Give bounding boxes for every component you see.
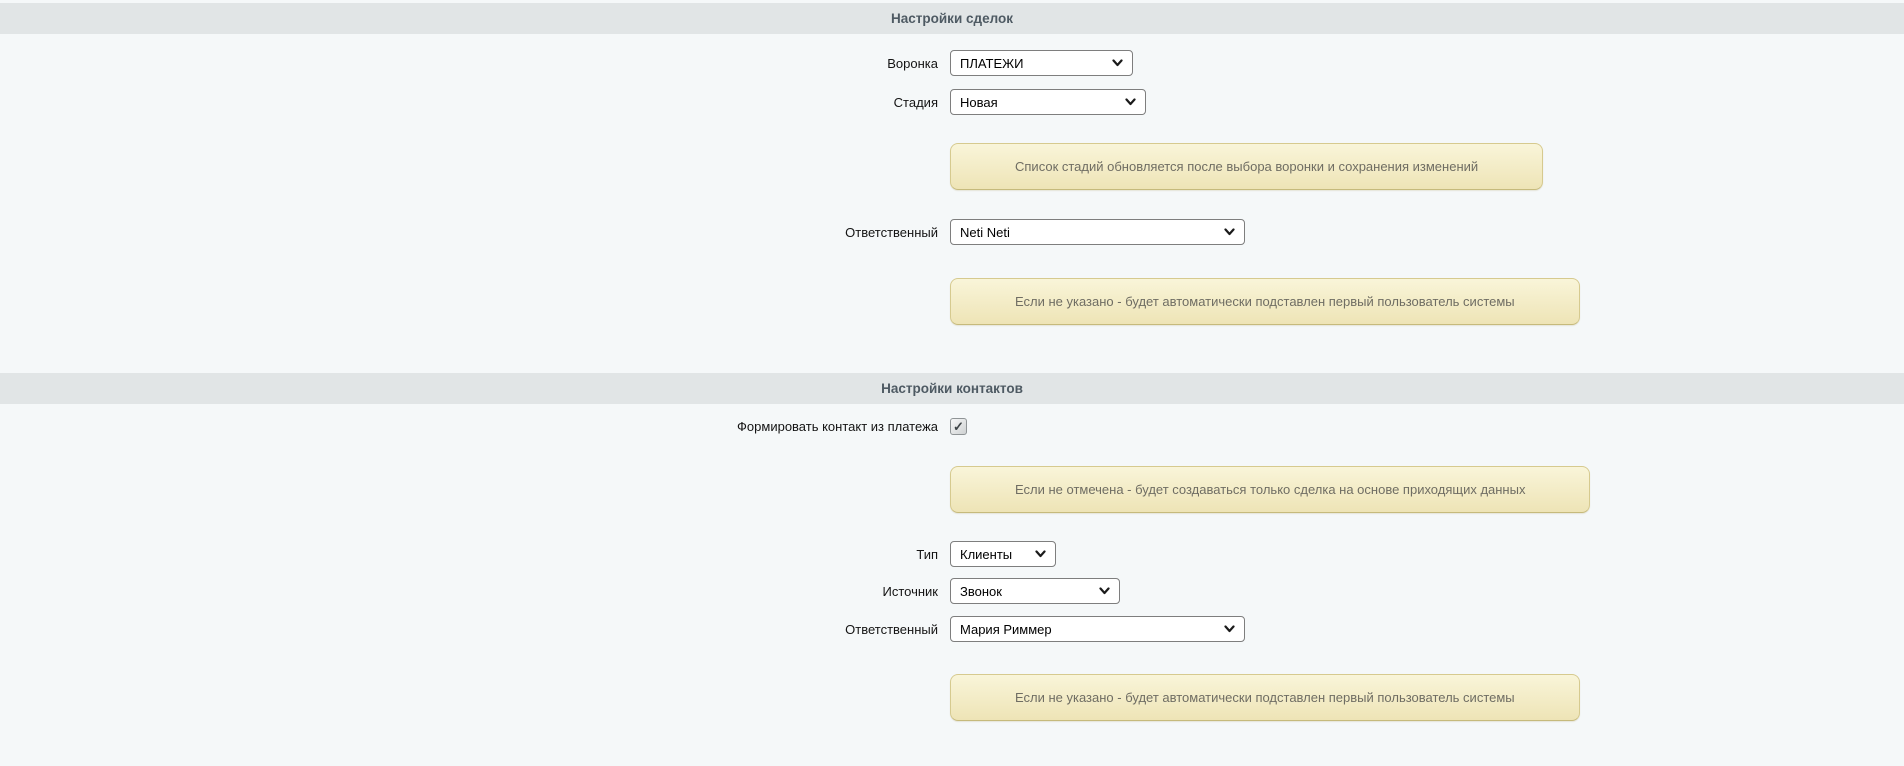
contact-responsible-label: Ответственный (0, 622, 950, 637)
funnel-label: Воронка (0, 56, 950, 71)
create-contact-note-row: Если не отмечена - будет создаваться тол… (0, 466, 1904, 513)
contact-type-label: Тип (0, 547, 950, 562)
deals-settings-title: Настройки сделок (891, 11, 1013, 26)
stage-row: Стадия Новая (0, 89, 1904, 115)
contact-responsible-select-value: Мария Риммер (960, 622, 1052, 637)
create-contact-checkbox[interactable]: ✓ (950, 418, 967, 435)
contact-type-select-value: Клиенты (960, 547, 1012, 562)
funnel-row: Воронка ПЛАТЕЖИ (0, 50, 1904, 76)
stage-label: Стадия (0, 95, 950, 110)
contact-source-select-value: Звонок (960, 584, 1002, 599)
stage-select[interactable]: Новая (950, 89, 1146, 115)
contacts-settings-title: Настройки контактов (881, 381, 1023, 396)
create-contact-row: Формировать контакт из платежа ✓ (0, 418, 1904, 435)
deal-responsible-select[interactable]: Neti Neti (950, 219, 1245, 245)
chevron-down-icon (1224, 228, 1235, 236)
deal-responsible-note-row: Если не указано - будет автоматически по… (0, 278, 1904, 325)
deal-responsible-note: Если не указано - будет автоматически по… (950, 278, 1580, 325)
deal-responsible-row: Ответственный Neti Neti (0, 219, 1904, 245)
chevron-down-icon (1125, 98, 1136, 106)
contact-responsible-row: Ответственный Мария Риммер (0, 616, 1904, 642)
stage-note-row: Список стадий обновляется после выбора в… (0, 143, 1904, 190)
chevron-down-icon (1224, 625, 1235, 633)
check-icon: ✓ (953, 419, 964, 435)
chevron-down-icon (1112, 59, 1123, 67)
deal-responsible-label: Ответственный (0, 225, 950, 240)
contact-responsible-note-row: Если не указано - будет автоматически по… (0, 674, 1904, 721)
funnel-select[interactable]: ПЛАТЕЖИ (950, 50, 1133, 76)
contact-source-row: Источник Звонок (0, 578, 1904, 604)
contact-responsible-select[interactable]: Мария Риммер (950, 616, 1245, 642)
contact-source-select[interactable]: Звонок (950, 578, 1120, 604)
contacts-settings-header: Настройки контактов (0, 373, 1904, 404)
stage-select-value: Новая (960, 95, 998, 110)
deal-responsible-select-value: Neti Neti (960, 225, 1010, 240)
contact-type-select[interactable]: Клиенты (950, 541, 1056, 567)
create-contact-label: Формировать контакт из платежа (0, 419, 950, 434)
funnel-select-value: ПЛАТЕЖИ (960, 56, 1024, 71)
chevron-down-icon (1035, 550, 1046, 558)
contact-type-row: Тип Клиенты (0, 541, 1904, 567)
stage-note: Список стадий обновляется после выбора в… (950, 143, 1543, 190)
create-contact-note: Если не отмечена - будет создаваться тол… (950, 466, 1590, 513)
deals-settings-header: Настройки сделок (0, 3, 1904, 34)
contact-responsible-note: Если не указано - будет автоматически по… (950, 674, 1580, 721)
contact-source-label: Источник (0, 584, 950, 599)
chevron-down-icon (1099, 587, 1110, 595)
